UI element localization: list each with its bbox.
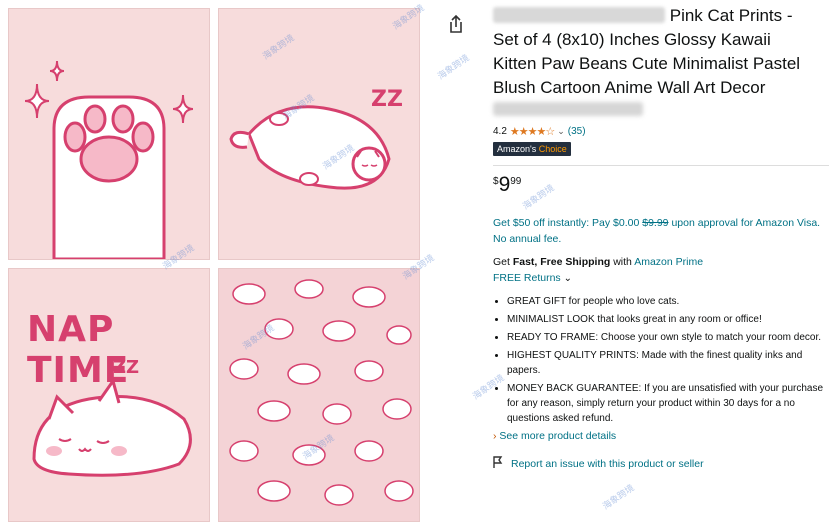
review-count[interactable]: (35) (568, 126, 586, 137)
sleeping-cat-illustration (219, 9, 419, 259)
promo-strike-price: $9.99 (642, 217, 669, 229)
bullet-item: HIGHEST QUALITY PRINTS: Made with the fi… (507, 348, 829, 378)
blurred-brand-name (493, 7, 665, 23)
rating-value: 4.2 (493, 125, 507, 137)
price: $ 9 99 (493, 174, 829, 198)
ship-with: with (610, 256, 635, 268)
report-label: Report an issue with this product or sel… (511, 457, 704, 470)
product-title[interactable]: Pink Cat Prints - Set of 4 (8x10) Inches… (493, 4, 829, 100)
see-more-label: See more product details (499, 430, 617, 442)
shipping-info: Get Fast, Free Shipping with Amazon Prim… (493, 254, 829, 270)
promo-text-a: Get $50 off instantly: Pay $0.00 (493, 217, 643, 229)
rating-row[interactable]: 4.2 ★★★★☆ ⌄ (35) (493, 124, 829, 138)
product-image-cat-pattern[interactable] (218, 268, 420, 522)
price-fraction: 99 (510, 176, 522, 187)
see-more-details-link[interactable]: › See more product details (493, 430, 829, 442)
badge-prefix: Amazon's (497, 144, 539, 154)
flag-icon (493, 456, 503, 471)
amazon-prime-link[interactable]: Amazon Prime (634, 256, 703, 268)
price-whole: 9 (498, 173, 511, 196)
product-image-paw[interactable] (8, 8, 210, 260)
paw-illustration (9, 9, 209, 259)
title-line-3: Kitten Paw Beans Cute Minimalist Pastel (493, 54, 801, 73)
chevron-down-icon: ⌄ (563, 273, 572, 284)
watermark: 海象跨境 (435, 52, 471, 82)
product-details-panel: Pink Cat Prints - Set of 4 (8x10) Inches… (493, 4, 829, 471)
chevron-down-icon[interactable]: ⌄ (557, 126, 565, 137)
bullet-item: MINIMALIST LOOK that looks great in any … (507, 312, 829, 327)
ship-bold: Fast, Free Shipping (512, 256, 611, 268)
divider (493, 165, 829, 166)
watermark: 海象跨境 (600, 482, 636, 512)
cat-pattern-illustration (219, 269, 419, 521)
zzz-text-top: ZZ (371, 87, 403, 112)
napping-cat-illustration (32, 377, 192, 477)
product-image-nap-time[interactable]: NAP TIME ZZ (8, 268, 210, 522)
bullet-item: GREAT GIFT for people who love cats. (507, 294, 829, 309)
product-image-sleeping-cat[interactable]: ZZ (218, 8, 420, 260)
blurred-store-link (493, 102, 643, 116)
chevron-right-icon: › (493, 430, 497, 442)
title-line-4: Blush Cartoon Anime Wall Art Decor (493, 78, 766, 97)
bullet-item: READY TO FRAME: Choose your own style to… (507, 330, 829, 345)
title-line-1: Pink Cat Prints - (669, 6, 793, 25)
star-rating-icon[interactable]: ★★★★☆ (510, 125, 555, 138)
free-returns-link[interactable]: FREE Returns ⌄ (493, 270, 829, 287)
share-icon[interactable] (447, 14, 465, 34)
badge-suffix: Choice (538, 144, 567, 154)
bullet-item: MONEY BACK GUARANTEE: If you are unsatis… (507, 381, 829, 426)
amazons-choice-badge[interactable]: Amazon's Choice (493, 142, 571, 156)
returns-label: FREE Returns (493, 272, 561, 284)
ship-prefix: Get (493, 256, 513, 268)
title-line-2: Set of 4 (8x10) Inches Glossy Kawaii (493, 30, 771, 49)
visa-promo-link[interactable]: Get $50 off instantly: Pay $0.00 $9.99 u… (493, 215, 829, 247)
feature-bullets: GREAT GIFT for people who love cats. MIN… (493, 294, 829, 426)
report-issue-link[interactable]: Report an issue with this product or sel… (493, 456, 829, 471)
product-image-gallery: ZZ NAP TIME ZZ (0, 0, 430, 527)
